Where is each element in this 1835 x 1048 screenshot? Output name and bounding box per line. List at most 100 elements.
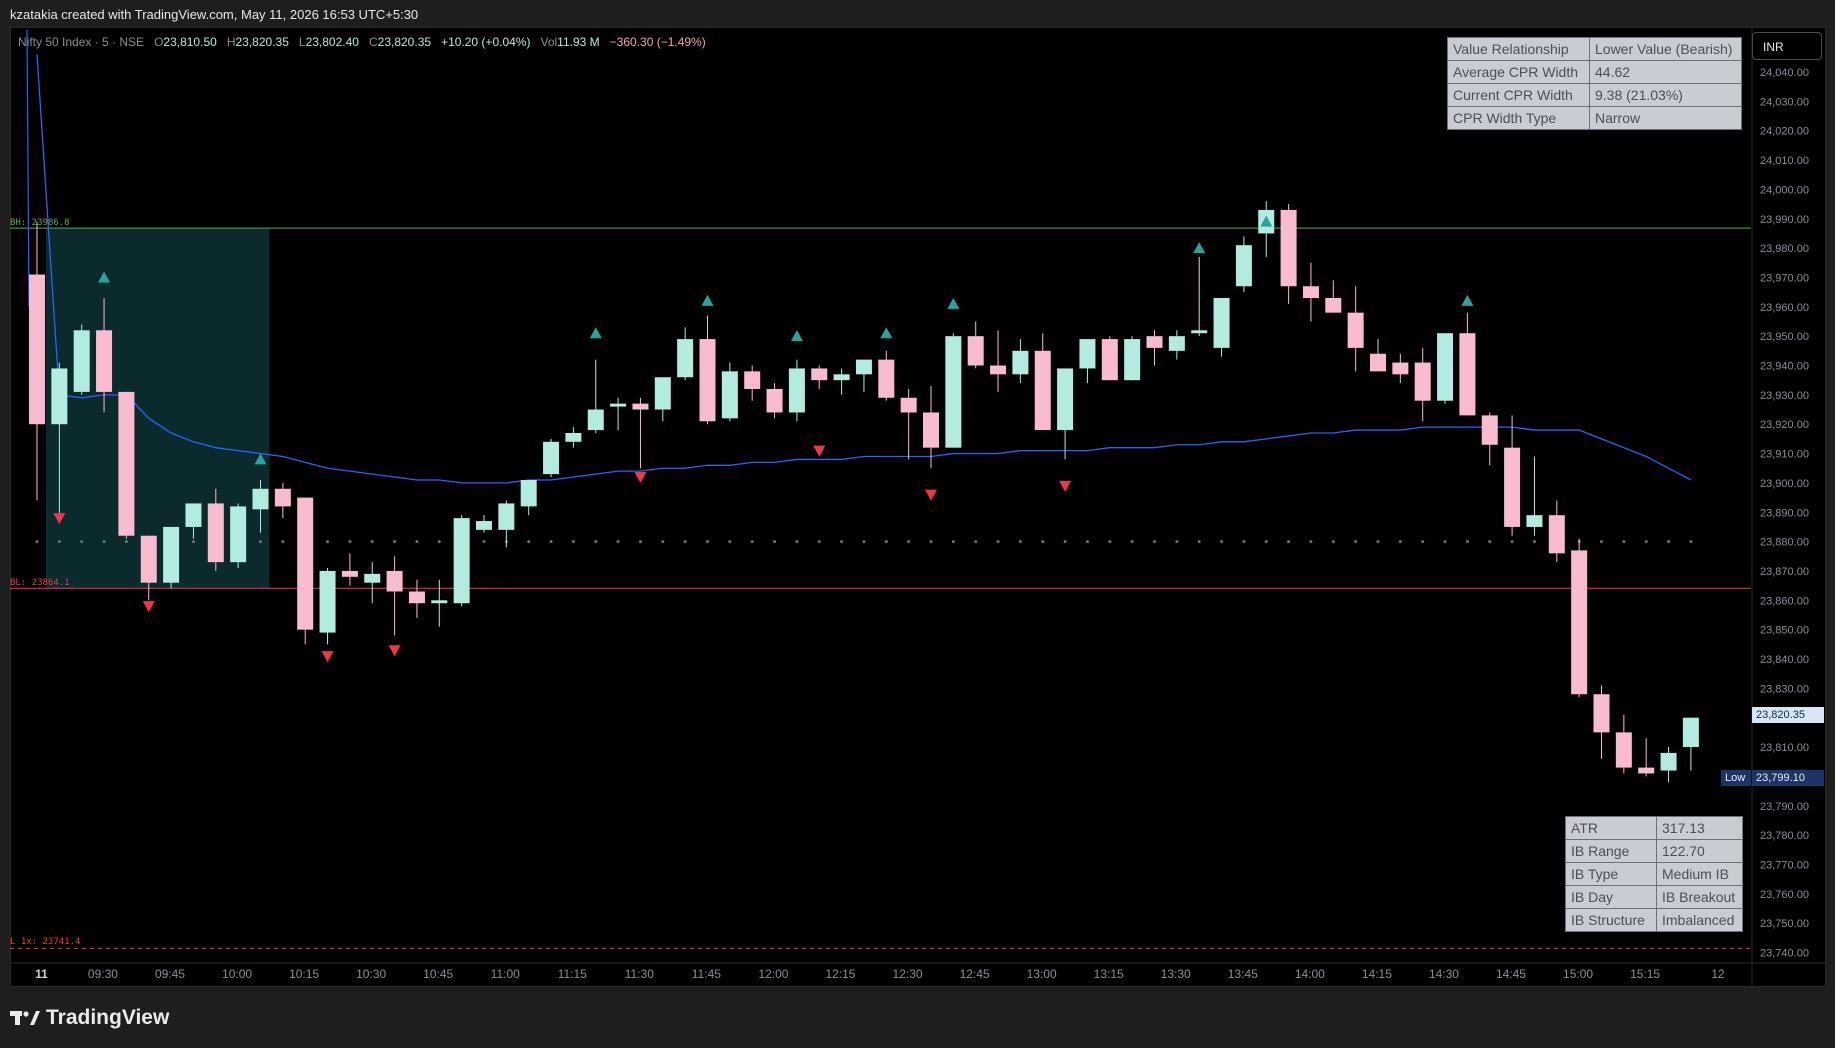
x-tick-label: 14:45 — [1496, 967, 1526, 981]
pivot-dot — [571, 540, 575, 544]
table-row: CPR Width Type Narrow — [1447, 106, 1742, 130]
volume-value: 11.93 M — [557, 35, 600, 49]
candle-up — [1012, 350, 1029, 375]
signal-up-marker — [589, 327, 602, 339]
x-tick-label: 11:15 — [558, 967, 587, 981]
symbol-name[interactable]: Nifty 50 Index · 5 · NSE — [18, 35, 144, 49]
candle-up — [498, 503, 515, 530]
x-tick-label: 13:00 — [1027, 967, 1057, 981]
candle-up — [1437, 333, 1454, 401]
candle-up — [520, 479, 537, 507]
candle-down — [967, 336, 984, 366]
low-tag-value: 23,799.10 — [1752, 770, 1824, 786]
symbol-legend[interactable]: Nifty 50 Index · 5 · NSE O23,810.50 H23,… — [18, 35, 706, 49]
candle-up — [476, 521, 492, 530]
pivot-dot — [1018, 540, 1022, 544]
candle-down — [96, 330, 113, 392]
pivot-dot — [795, 540, 799, 544]
pivot-dot — [124, 540, 128, 544]
x-tick-label: 14:30 — [1429, 967, 1459, 981]
x-tick-label: 11:00 — [491, 967, 520, 981]
pivot-dot — [661, 540, 665, 544]
candle-up — [185, 503, 202, 527]
tradingview-logo[interactable]: TradingView — [10, 1006, 169, 1030]
candle-up — [163, 526, 180, 583]
pivot-dot — [1398, 540, 1402, 544]
candle-down — [699, 339, 716, 422]
candle-down — [990, 365, 1007, 375]
candle-up — [565, 433, 582, 442]
candle-up — [230, 506, 247, 563]
ib-info-table: ATR 317.13 IB Range 122.70 IB Type Medium I… — [1565, 816, 1743, 932]
low-tag-label: Low — [1721, 770, 1751, 786]
tradingview-logo-icon — [10, 1011, 40, 1025]
pivot-dot — [1153, 540, 1156, 544]
table-row: IB Range 122.70 — [1565, 839, 1743, 863]
y-tick-label: 24,040.00 — [1760, 67, 1809, 79]
candle-up — [73, 330, 90, 392]
x-tick-label: 13:15 — [1094, 967, 1124, 981]
candle-down — [1615, 732, 1632, 768]
y-tick-label: 23,760.00 — [1760, 889, 1809, 901]
currency-button[interactable]: INR — [1752, 32, 1822, 60]
candle-down — [386, 570, 403, 592]
y-tick-label: 24,000.00 — [1760, 184, 1809, 196]
y-tick-label: 23,860.00 — [1760, 595, 1809, 607]
pivot-dot — [884, 540, 888, 544]
pivot-dot — [1175, 540, 1179, 544]
candle-up — [1168, 336, 1185, 351]
candle-down — [1280, 209, 1297, 287]
candle-up — [51, 368, 68, 425]
table-cell-value: Imbalanced — [1656, 908, 1743, 932]
candle-up — [677, 339, 694, 378]
x-tick-label: 13:45 — [1228, 967, 1258, 981]
candle-up — [1526, 515, 1543, 527]
close-value: 23,820.35 — [377, 35, 432, 49]
y-tick-label: 23,850.00 — [1760, 625, 1809, 637]
x-tick-label: 12:30 — [893, 967, 923, 981]
candle-down — [1302, 286, 1319, 298]
pivot-dot — [1085, 540, 1089, 544]
table-cell-key: IB Structure — [1565, 908, 1657, 932]
open-label: O — [154, 35, 164, 49]
pivot-dot — [35, 540, 39, 544]
table-cell-value: Lower Value (Bearish) — [1589, 37, 1742, 61]
x-tick-label: 10:30 — [356, 967, 386, 981]
x-tick-label: 10:45 — [423, 967, 453, 981]
pivot-dot — [102, 540, 106, 544]
close-label: C — [368, 35, 378, 49]
pivot-dot — [1465, 540, 1469, 544]
pivot-dot — [1689, 540, 1693, 544]
candle-down — [341, 570, 358, 577]
pivot-dot — [348, 540, 352, 544]
candle-up — [1660, 752, 1677, 771]
x-tick-label: 11 — [35, 967, 48, 981]
signal-down-marker — [925, 489, 937, 501]
x-tick-label: 11:30 — [625, 967, 654, 981]
x-tick-label: 14:15 — [1362, 967, 1392, 981]
pivot-dot — [370, 540, 374, 544]
bh-level-label: BH: 23986.8 — [10, 218, 70, 228]
table-row: Current CPR Width 9.38 (21.03%) — [1447, 83, 1742, 107]
last-price-tag: 23,820.35 — [1752, 707, 1824, 723]
change-value: +10.20 (+0.04%) — [441, 35, 531, 49]
table-cell-value: 9.38 (21.03%) — [1589, 83, 1742, 107]
pivot-dot — [1108, 540, 1112, 544]
cpr-info-table: Value Relationship Lower Value (Bearish) … — [1447, 37, 1742, 130]
brand-name: TradingView — [46, 1006, 170, 1029]
candle-up — [721, 371, 738, 419]
pivot-dot — [1197, 540, 1201, 544]
x-tick-label: 15:15 — [1630, 967, 1660, 981]
candle-up — [1079, 339, 1096, 369]
table-cell-value: 317.13 — [1656, 816, 1743, 840]
pivot-dot — [706, 540, 709, 544]
table-cell-key: Value Relationship — [1447, 37, 1590, 61]
candle-up — [855, 359, 872, 375]
pivot-dot — [1130, 540, 1134, 544]
pivot-dot — [281, 540, 285, 544]
signal-down-marker — [321, 651, 334, 663]
table-row: IB Structure Imbalanced — [1565, 908, 1743, 932]
y-tick-label: 23,870.00 — [1760, 566, 1809, 578]
price-chart[interactable]: 24,040.00 24,030.00 24,020.00 24,010.00 24,0… — [0, 0, 1835, 1048]
pivot-dot — [393, 540, 397, 544]
